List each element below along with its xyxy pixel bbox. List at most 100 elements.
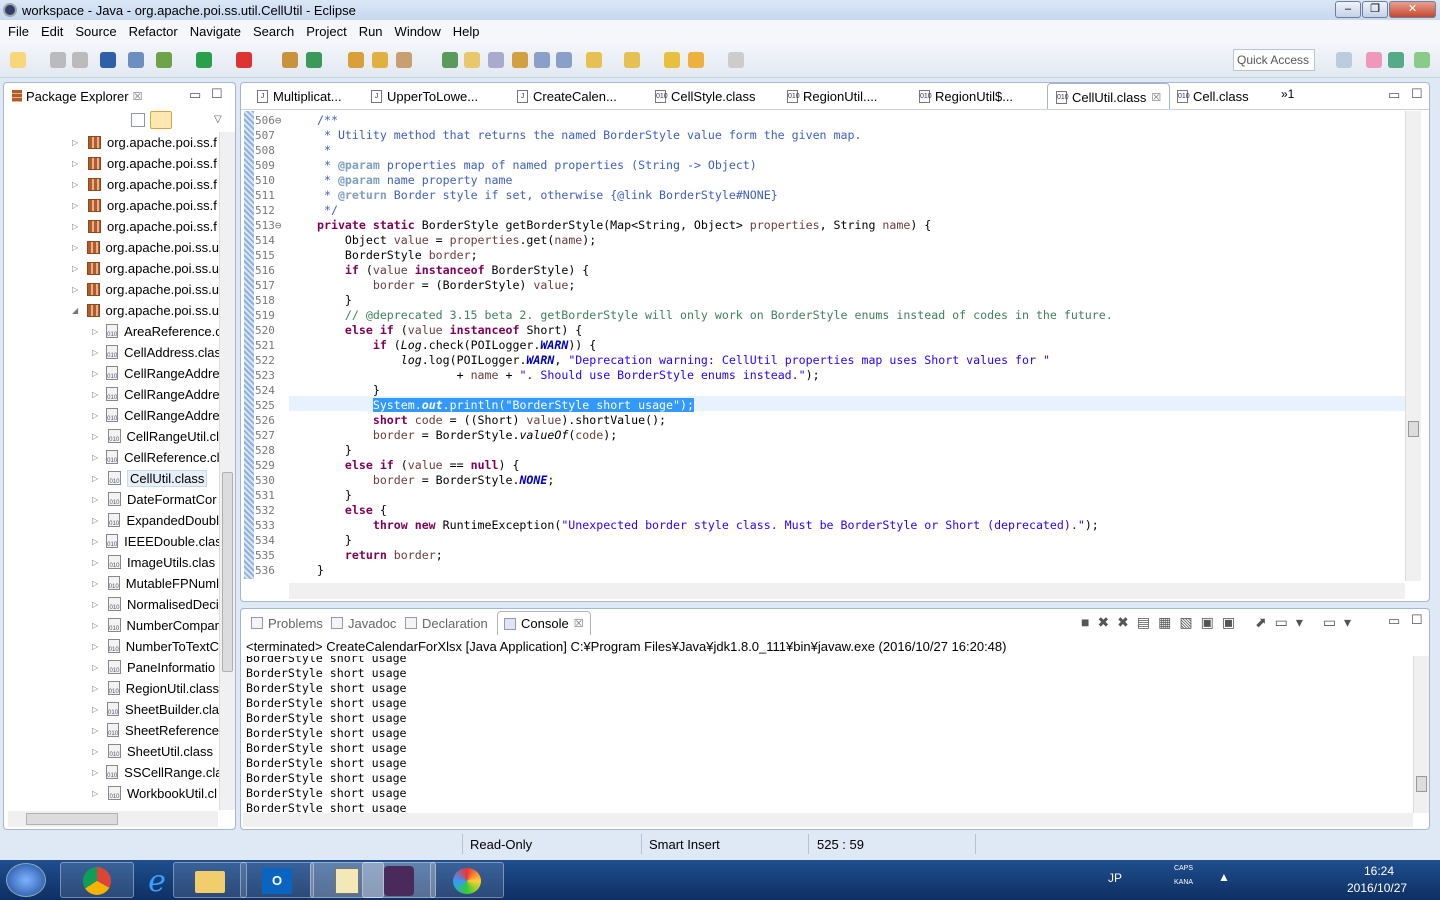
menu-run[interactable]: Run xyxy=(353,24,389,39)
tab-problems[interactable]: Problems xyxy=(245,611,329,635)
maximize-button[interactable]: ❐ xyxy=(1362,1,1388,18)
collapsed-arrow-icon[interactable]: ▷ xyxy=(92,390,98,399)
collapsed-arrow-icon[interactable]: ▷ xyxy=(92,579,100,588)
collapsed-arrow-icon[interactable]: ▷ xyxy=(92,453,98,462)
tree-item[interactable]: ▷ 010 DateFormatCor xyxy=(4,489,219,509)
collapsed-arrow-icon[interactable]: ▷ xyxy=(92,600,100,609)
collapsed-arrow-icon[interactable]: ▷ xyxy=(72,159,80,168)
tab-declaration[interactable]: Declaration xyxy=(399,611,494,635)
collapsed-arrow-icon[interactable]: ▷ xyxy=(92,726,99,735)
collapsed-arrow-icon[interactable]: ▷ xyxy=(92,495,100,504)
toolbar-button-15[interactable] xyxy=(488,52,504,68)
tab-editor[interactable]: J UpperToLowe... xyxy=(363,83,486,109)
tab-editor[interactable]: J Multiplicat... xyxy=(249,83,350,109)
tree-item[interactable]: ▷ org.apache.poi.ss.f xyxy=(4,132,219,152)
tree-item[interactable]: ▷ 010 WorkbookUtil.cl xyxy=(4,783,219,803)
close-icon[interactable]: ☒ xyxy=(133,90,143,103)
explorer-taskbar-button[interactable] xyxy=(173,862,247,898)
tree-item[interactable]: ▷ 010 SSCellRange.cla xyxy=(4,762,219,782)
tree-item[interactable]: ▷ 010 RegionUtil.class xyxy=(4,678,219,698)
tree-item[interactable]: ▷ 010 CellReference.cl xyxy=(4,447,219,467)
toolbar-button-13[interactable] xyxy=(442,52,458,68)
collapsed-arrow-icon[interactable]: ▷ xyxy=(92,348,98,357)
toolbar-button-11[interactable] xyxy=(372,52,388,68)
menu-help[interactable]: Help xyxy=(447,24,486,39)
menu-edit[interactable]: Edit xyxy=(35,24,69,39)
tree-item[interactable]: ▷ 010 IEEEDouble.clas xyxy=(4,531,219,551)
tab-overflow[interactable]: »1 xyxy=(1281,87,1294,101)
toolbar-button-7[interactable] xyxy=(236,52,252,68)
tree-item[interactable]: ▷ org.apache.poi.ss.f xyxy=(4,195,219,215)
tree-item[interactable]: ▷ org.apache.poi.ss.f xyxy=(4,153,219,173)
collapsed-arrow-icon[interactable]: ▷ xyxy=(92,621,100,630)
editor-hscrollbar[interactable] xyxy=(289,583,1405,599)
tab-editor[interactable]: 010 CellStyle.class xyxy=(647,83,764,109)
editor-scrollbar[interactable] xyxy=(1405,111,1421,581)
tree-item[interactable]: ▷ 010 CellRangeAddre xyxy=(4,363,219,383)
minimize-button[interactable]: ‒ xyxy=(1335,1,1361,18)
clock-date[interactable]: 2016/10/27 xyxy=(1347,881,1407,895)
collapsed-arrow-icon[interactable]: ▷ xyxy=(92,558,100,567)
toolbar-button-12[interactable] xyxy=(396,52,412,68)
toolbar-button-20[interactable] xyxy=(624,52,640,68)
tree-item[interactable]: ▷ 010 NumberCompar xyxy=(4,615,219,635)
maximize-view-icon[interactable]: ☐ xyxy=(1411,86,1423,102)
collapsed-arrow-icon[interactable]: ▷ xyxy=(92,516,100,525)
outlook-taskbar-button[interactable]: O xyxy=(240,862,314,898)
toolbar-button-2[interactable] xyxy=(72,52,88,68)
show-hidden-icons[interactable]: ▲ xyxy=(1218,870,1230,884)
tab-editor[interactable]: 010 RegionUtil$... xyxy=(911,83,1021,109)
menu-source[interactable]: Source xyxy=(69,24,122,39)
expanded-arrow-icon[interactable]: ◢ xyxy=(72,306,79,315)
tab-editor[interactable]: 010 Cell.class xyxy=(1169,83,1257,109)
tree-item[interactable]: ▷ 010 CellRangeAddre xyxy=(4,405,219,425)
console-scrollbar[interactable] xyxy=(1413,656,1429,813)
close-icon[interactable]: ☒ xyxy=(574,617,584,630)
maximize-view-icon[interactable]: ☐ xyxy=(1411,612,1423,628)
tab-editor[interactable]: 010 CellUtil.class ☒ xyxy=(1047,83,1171,110)
collapsed-arrow-icon[interactable]: ▷ xyxy=(92,369,98,378)
tree-item[interactable]: ▷ 010 NormalisedDeci xyxy=(4,594,219,614)
start-button[interactable] xyxy=(6,863,46,897)
tab-package-explorer[interactable]: Package Explorer ☒ xyxy=(6,83,149,109)
close-icon[interactable]: ☒ xyxy=(1151,91,1161,104)
minimize-view-icon[interactable]: ▭ xyxy=(1388,87,1400,103)
tree-item[interactable]: ▷ org.apache.poi.ss.u xyxy=(4,237,219,257)
collapsed-arrow-icon[interactable]: ▷ xyxy=(92,327,98,336)
toolbar-button-3[interactable] xyxy=(100,52,116,68)
tree-hscrollbar[interactable] xyxy=(8,811,218,827)
tab-console[interactable]: Console ☒ xyxy=(497,611,591,635)
toolbar-button-4[interactable] xyxy=(128,52,144,68)
code-area[interactable]: 506⊖ /** 507 * Utility method that returns… xyxy=(241,111,1407,581)
collapsed-arrow-icon[interactable]: ▷ xyxy=(92,642,100,651)
toolbar-button-23[interactable] xyxy=(728,52,744,68)
toolbar-button-0[interactable] xyxy=(10,52,26,68)
collapsed-arrow-icon[interactable]: ▷ xyxy=(92,474,100,483)
tree-item[interactable]: ▷ 010 CellRangeUtil.cl xyxy=(4,426,219,446)
toolbar-button-14[interactable] xyxy=(464,52,480,68)
menu-navigate[interactable]: Navigate xyxy=(184,24,247,39)
collapsed-arrow-icon[interactable]: ▷ xyxy=(92,663,100,672)
tree-scrollbar[interactable] xyxy=(219,132,235,810)
toolbar-button-18[interactable] xyxy=(556,52,572,68)
tree-item[interactable]: ▷ 010 NumberToTextC xyxy=(4,636,219,656)
minimize-view-icon[interactable]: ▭ xyxy=(1388,613,1400,629)
toolbar-button-8[interactable] xyxy=(282,52,298,68)
perspective-button-3[interactable] xyxy=(1414,52,1430,68)
tree-item[interactable]: ▷ org.apache.poi.ss.u xyxy=(4,279,219,299)
tab-editor[interactable]: J CreateCalen... xyxy=(509,83,625,109)
console-output[interactable]: BorderStyle short usage BorderStyle short… xyxy=(241,656,1413,813)
collapse-all-icon[interactable] xyxy=(131,113,145,127)
tree-item[interactable]: ▷ org.apache.poi.ss.f xyxy=(4,174,219,194)
menu-project[interactable]: Project xyxy=(300,24,352,39)
tree-item[interactable]: ▷ 010 ImageUtils.clas xyxy=(4,552,219,572)
toolbar-button-10[interactable] xyxy=(348,52,364,68)
collapsed-arrow-icon[interactable]: ▷ xyxy=(72,201,80,210)
toolbar-button-1[interactable] xyxy=(50,52,66,68)
paint-taskbar-button[interactable] xyxy=(430,862,504,898)
clock-time[interactable]: 16:24 xyxy=(1364,864,1394,878)
collapsed-arrow-icon[interactable]: ▷ xyxy=(92,789,100,798)
tree-item[interactable]: ▷ 010 AreaReference.c xyxy=(4,321,219,341)
tree-item[interactable]: ▷ 010 CellUtil.class xyxy=(4,468,219,488)
collapsed-arrow-icon[interactable]: ▷ xyxy=(72,285,79,294)
